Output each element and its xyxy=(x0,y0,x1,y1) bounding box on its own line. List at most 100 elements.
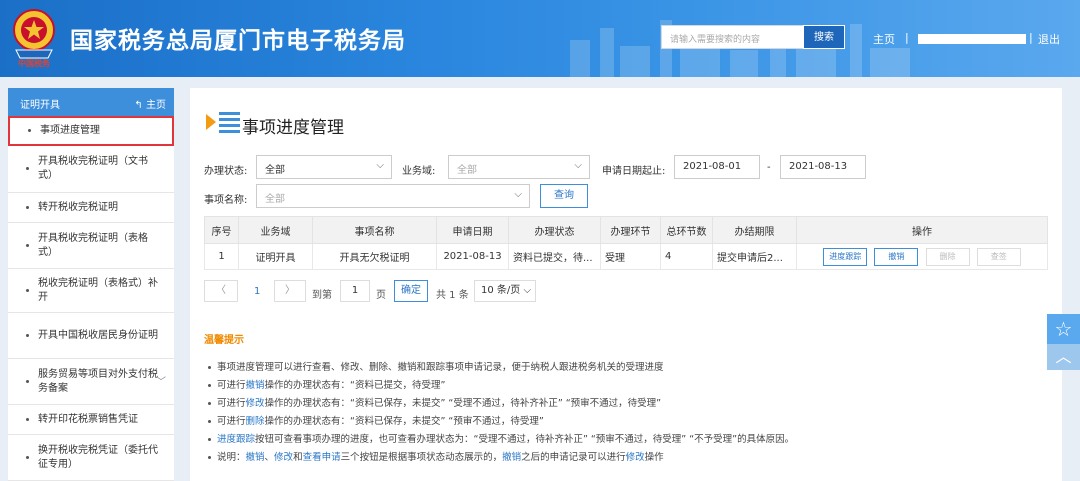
revoke-button[interactable]: 撤销 xyxy=(874,247,919,266)
bullet-icon xyxy=(208,438,211,441)
column-header: 业务域 xyxy=(238,216,313,244)
sidebar-header: 证明开具 ↰ 主页 xyxy=(8,88,174,116)
current-page[interactable]: 1 xyxy=(254,286,260,297)
goto-label: 到第 xyxy=(312,290,332,301)
back-to-top-icon[interactable]: ︿ xyxy=(1047,344,1080,370)
chevron-down-icon: ⌵ xyxy=(514,189,522,200)
goto-confirm-button[interactable]: 确定 xyxy=(394,280,428,302)
cell-domain: 证明开具 xyxy=(238,243,313,270)
tip-text: 可进行 xyxy=(217,398,246,409)
bullet-icon xyxy=(26,417,29,421)
column-header: 总环节数 xyxy=(660,216,713,244)
sidebar-item-label: 转开印花税票销售凭证 xyxy=(38,413,138,425)
header-separator: | xyxy=(1029,31,1033,44)
sidebar-item-label: 开具税收完税证明（文书式） xyxy=(38,156,148,181)
tip-text: 事项进度管理可以进行查看、修改、删除、撤销和跟踪事项申请记录，便于纳税人跟进税务… xyxy=(217,362,664,373)
total-count: 共 1 条 xyxy=(436,290,469,301)
tip-keyword: 修改 xyxy=(625,452,645,463)
prev-page-button[interactable]: 〈 xyxy=(204,280,238,302)
header-home-link[interactable]: 主页 xyxy=(873,31,895,47)
tip-keyword: 查看申请 xyxy=(302,452,341,463)
bullet-icon xyxy=(208,420,211,423)
sidebar-item-tax-cert-doc[interactable]: 开具税收完税证明（文书式） xyxy=(8,146,174,193)
goto-page-input[interactable]: 1 xyxy=(340,280,370,302)
page-size-value: 10 条/页 xyxy=(481,285,521,296)
bullet-icon xyxy=(208,366,211,369)
page-title: 事项进度管理 xyxy=(242,118,344,138)
bullet-icon xyxy=(26,455,29,459)
domain-select[interactable]: 全部 ⌵ xyxy=(448,155,590,179)
sidebar-item-label: 事项进度管理 xyxy=(40,125,100,136)
column-header: 办理环节 xyxy=(600,216,661,244)
tip-line: 可进行撤销操作的办理状态有：“资料已提交，待受理” xyxy=(208,377,445,391)
bullet-icon xyxy=(208,402,211,405)
main-panel: 事项进度管理 办理状态: 全部 ⌵ 业务域: 全部 ⌵ 申请日期起止: 2021-0… xyxy=(190,88,1062,481)
item-name-select[interactable]: 全部 ⌵ xyxy=(256,184,530,208)
sidebar-home-link[interactable]: ↰ 主页 xyxy=(134,96,166,111)
tip-keyword: 修改 xyxy=(274,452,294,463)
sidebar-item-label: 开具税收完税证明（表格式） xyxy=(38,232,148,258)
tip-keyword: 进度跟踪 xyxy=(217,434,256,445)
status-select[interactable]: 全部 ⌵ xyxy=(256,155,392,179)
sidebar-item-foreign-payment[interactable]: 服务贸易等项目对外支付税务备案 ﹀ xyxy=(8,359,174,405)
tip-keyword: 修改 xyxy=(245,398,265,409)
query-button[interactable]: 查询 xyxy=(540,184,588,208)
sidebar-home-label: 主页 xyxy=(146,100,166,111)
sidebar-item-label: 服务贸易等项目对外支付税务备案 xyxy=(38,368,158,394)
sidebar: 证明开具 ↰ 主页 事项进度管理 开具税收完税证明（文书式） 转开税收完税证明 … xyxy=(8,88,174,481)
sidebar-title: 证明开具 xyxy=(20,100,60,111)
tips-title: 温馨提示 xyxy=(204,335,244,346)
tip-text: 按钮可查看事项办理的进度，也可查看办理状态为：“受理不通过，待补齐补正” “预审… xyxy=(255,434,795,445)
cell-actions: 进度跟踪 撤销 删除 查签 xyxy=(796,243,1048,270)
view-application-button: 查签 xyxy=(976,247,1021,266)
date-range-label: 申请日期起止: xyxy=(602,166,666,177)
next-page-button[interactable]: 〉 xyxy=(274,280,306,302)
tip-text: 和 xyxy=(293,452,303,463)
cell-name: 开具无欠税证明 xyxy=(312,243,437,270)
tip-line: 事项进度管理可以进行查看、修改、删除、撤销和跟踪事项申请记录，便于纳税人跟进税务… xyxy=(208,359,664,373)
date-to-input[interactable]: 2021-08-13 xyxy=(780,155,866,179)
user-name-redacted xyxy=(918,34,1026,44)
top-header: 中国税务 国家税务总局厦门市电子税务局 请输入需要搜索的内容 搜索 主页 | |… xyxy=(0,0,1080,77)
date-from-input[interactable]: 2021-08-01 xyxy=(674,155,760,179)
sidebar-item-exchange-voucher[interactable]: 换开税收完税凭证（委托代征专用） xyxy=(8,435,174,481)
domain-filter-label: 业务域: xyxy=(402,166,436,177)
sidebar-item-reissue-cert[interactable]: 税收完税证明（表格式）补开 xyxy=(8,269,174,313)
sidebar-item-progress[interactable]: 事项进度管理 xyxy=(8,116,174,146)
tip-text: 操作的办理状态有：“资料已保存，未提交” “受理不通过，待补齐补正” “预审不通… xyxy=(264,398,662,409)
tax-emblem-icon xyxy=(13,9,55,59)
column-header: 办理状态 xyxy=(508,216,601,244)
tip-line: 可进行修改操作的办理状态有：“资料已保存，未提交” “受理不通过，待补齐补正” … xyxy=(208,395,661,409)
tip-line: 可进行删除操作的办理状态有：“资料已保存，未提交” “预审不通过，待受理” xyxy=(208,413,544,427)
tip-text: 操作的办理状态有：“资料已保存，未提交” “预审不通过，待受理” xyxy=(264,416,544,427)
column-header: 操作 xyxy=(796,216,1048,244)
search-button[interactable]: 搜索 xyxy=(803,25,845,49)
delete-button: 删除 xyxy=(925,247,970,266)
track-progress-button[interactable]: 进度跟踪 xyxy=(823,247,868,266)
column-header: 办结期限 xyxy=(712,216,797,244)
column-header: 序号 xyxy=(204,216,239,244)
sidebar-item-tax-cert-table[interactable]: 开具税收完税证明（表格式） xyxy=(8,223,174,269)
bullet-icon xyxy=(26,379,29,383)
sidebar-item-stamp-tax[interactable]: 转开印花税票销售凭证 xyxy=(8,405,174,435)
logout-link[interactable]: 退出 xyxy=(1038,31,1060,47)
bullet-icon xyxy=(28,129,31,132)
table-row: 1 证明开具 开具无欠税证明 2021-08-13 资料已提交，待... 受理 … xyxy=(204,243,1048,270)
cell-no: 1 xyxy=(204,243,239,270)
cell-status: 资料已提交，待... xyxy=(508,243,601,270)
tip-text: 、 xyxy=(264,452,275,463)
chevron-down-icon: ⌵ xyxy=(574,160,582,171)
sidebar-item-label: 开具中国税收居民身份证明 xyxy=(38,329,158,341)
sidebar-item-residency-cert[interactable]: 开具中国税收居民身份证明 xyxy=(8,313,174,359)
tip-keyword: 删除 xyxy=(245,416,265,427)
sidebar-item-label: 转开税收完税证明 xyxy=(38,201,118,213)
search-input[interactable]: 请输入需要搜索的内容 xyxy=(661,25,803,49)
sidebar-item-transfer-cert[interactable]: 转开税收完税证明 xyxy=(8,193,174,223)
page-size-select[interactable]: 10 条/页 ⌵ xyxy=(474,280,536,302)
table-header-row: 序号 业务域 事项名称 申请日期 办理状态 办理环节 总环节数 办结期限 操作 xyxy=(204,216,1048,244)
progress-table: 序号 业务域 事项名称 申请日期 办理状态 办理环节 总环节数 办结期限 操作 … xyxy=(204,216,1048,270)
sidebar-item-label: 税收完税证明（表格式）补开 xyxy=(38,277,158,303)
tip-text: 可进行 xyxy=(217,380,246,391)
favorite-star-icon[interactable]: ☆ xyxy=(1047,314,1080,344)
progress-list-icon xyxy=(206,112,240,133)
